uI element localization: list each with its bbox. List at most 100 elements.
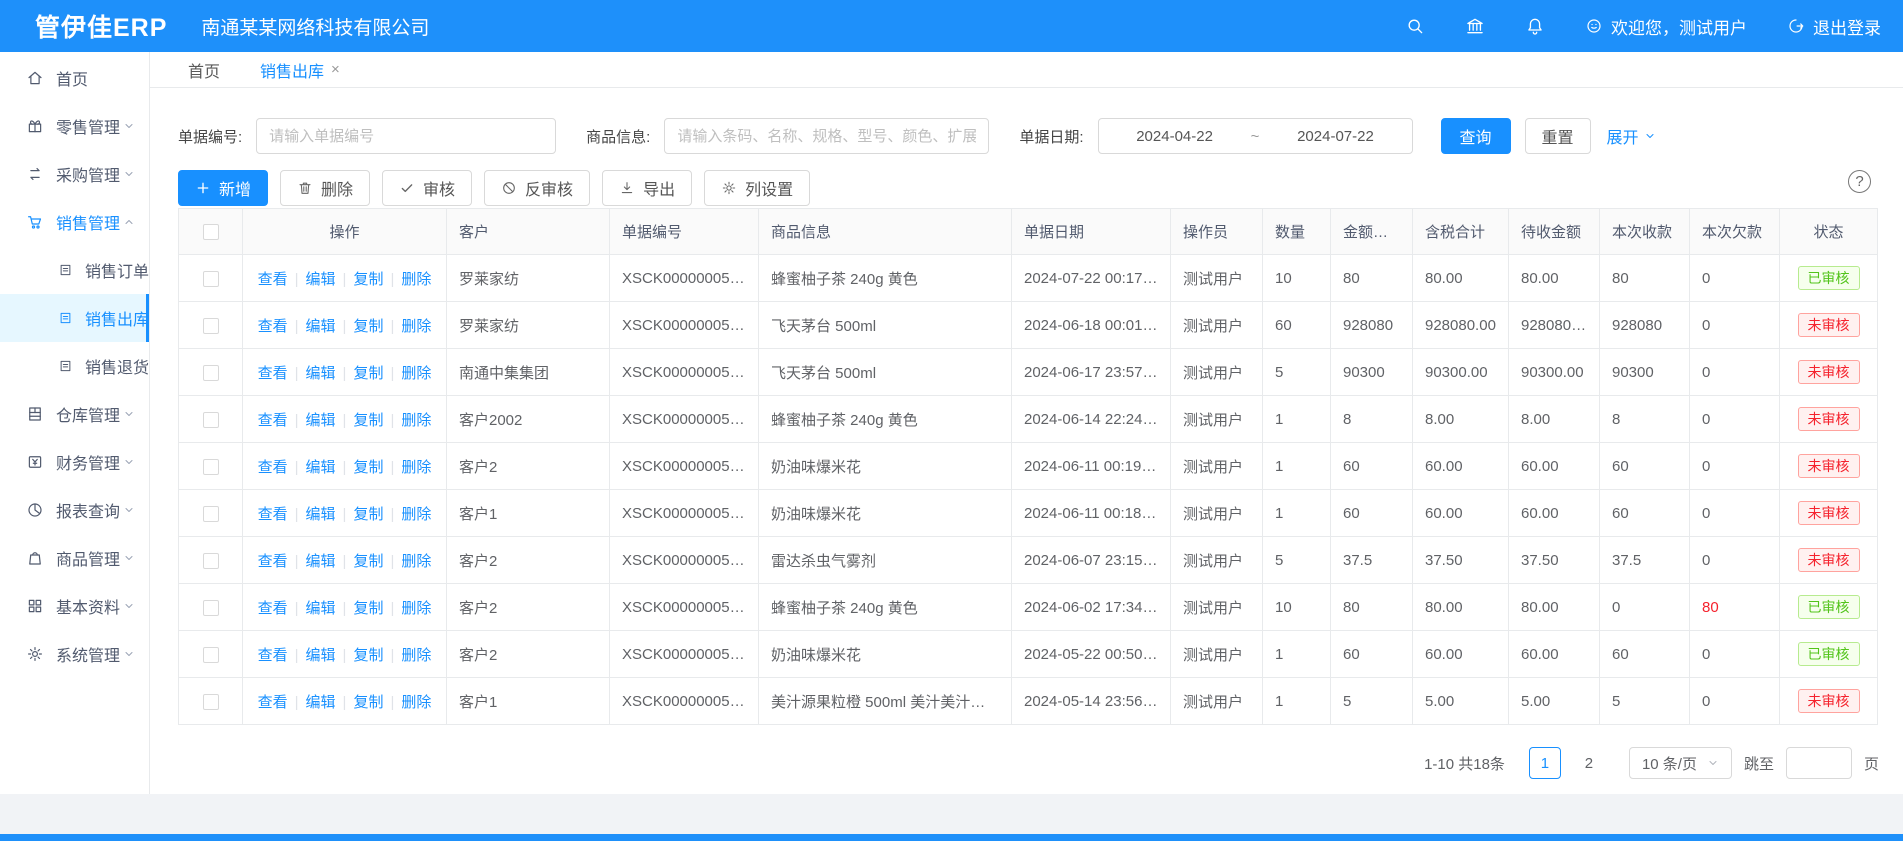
company-name: 南通某某网络科技有限公司 — [201, 13, 429, 40]
date-cell: 2024-06-11 00:19:21 — [1012, 443, 1171, 490]
expand-link[interactable]: 展开 — [1607, 124, 1656, 148]
edit-link[interactable]: 编辑 — [306, 506, 336, 523]
sidebar-item-label: 销售管理 — [56, 210, 120, 234]
tab-sales-outbound[interactable]: 销售出库× — [260, 58, 340, 82]
copy-link[interactable]: 复制 — [353, 647, 383, 664]
add-button[interactable]: 新增 — [178, 170, 268, 206]
copy-link[interactable]: 复制 — [353, 412, 383, 429]
tab-close-icon[interactable]: × — [331, 61, 340, 78]
sidebar-item-sales[interactable]: 销售管理 — [0, 198, 149, 246]
column-settings-button[interactable]: 列设置 — [704, 170, 810, 206]
sidebar-item-sales-return[interactable]: 销售退货 — [0, 342, 149, 390]
copy-link[interactable]: 复制 — [353, 271, 383, 288]
edit-link[interactable]: 编辑 — [306, 412, 336, 429]
export-button[interactable]: 导出 — [602, 170, 692, 206]
delete-button[interactable]: 删除 — [280, 170, 370, 206]
row-checkbox[interactable] — [203, 318, 219, 334]
row-checkbox[interactable] — [203, 271, 219, 287]
row-checkbox[interactable] — [203, 365, 219, 381]
sidebar-item-sales-outbound[interactable]: 销售出库 — [0, 294, 149, 342]
view-link[interactable]: 查看 — [258, 412, 288, 429]
operator-cell: 测试用户 — [1171, 396, 1263, 443]
edit-link[interactable]: 编辑 — [306, 459, 336, 476]
copy-link[interactable]: 复制 — [353, 694, 383, 711]
help-icon[interactable]: ? — [1848, 170, 1871, 193]
edit-link[interactable]: 编辑 — [306, 365, 336, 382]
sidebar-item-goods[interactable]: 商品管理 — [0, 534, 149, 582]
view-link[interactable]: 查看 — [258, 365, 288, 382]
row-checkbox[interactable] — [203, 647, 219, 663]
welcome-user[interactable]: 欢迎您，测试用户 — [1585, 14, 1747, 39]
copy-link[interactable]: 复制 — [353, 600, 383, 617]
sidebar-item-home[interactable]: 首页 — [0, 54, 149, 102]
sidebar-item-retail[interactable]: 零售管理 — [0, 102, 149, 150]
page-number-1[interactable]: 1 — [1529, 747, 1561, 779]
copy-link[interactable]: 复制 — [353, 553, 383, 570]
reset-button[interactable]: 重置 — [1525, 118, 1591, 154]
delete-link[interactable]: 删除 — [401, 318, 431, 335]
view-link[interactable]: 查看 — [258, 553, 288, 570]
view-link[interactable]: 查看 — [258, 647, 288, 664]
delete-link[interactable]: 删除 — [401, 365, 431, 382]
date-range-picker[interactable]: 2024-04-22 ~ 2024-07-22 — [1098, 118, 1413, 154]
copy-link[interactable]: 复制 — [353, 318, 383, 335]
copy-link[interactable]: 复制 — [353, 506, 383, 523]
unaudit-button[interactable]: 反审核 — [484, 170, 590, 206]
search-icon[interactable] — [1405, 16, 1425, 36]
copy-link[interactable]: 复制 — [353, 365, 383, 382]
sidebar-item-report[interactable]: 报表查询 — [0, 486, 149, 534]
delete-link[interactable]: 删除 — [401, 647, 431, 664]
delete-link[interactable]: 删除 — [401, 506, 431, 523]
delete-link[interactable]: 删除 — [401, 553, 431, 570]
owed-cell: 0 — [1690, 443, 1780, 490]
edit-link[interactable]: 编辑 — [306, 318, 336, 335]
select-all-checkbox[interactable] — [203, 224, 219, 240]
edit-link[interactable]: 编辑 — [306, 694, 336, 711]
row-checkbox[interactable] — [203, 506, 219, 522]
edit-link[interactable]: 编辑 — [306, 271, 336, 288]
edit-link[interactable]: 编辑 — [306, 600, 336, 617]
delete-link[interactable]: 删除 — [401, 600, 431, 617]
jump-page-input[interactable] — [1786, 747, 1852, 779]
date-from[interactable]: 2024-04-22 — [1099, 128, 1251, 145]
pagination-total: 1-10 共18条 — [1424, 753, 1505, 774]
view-link[interactable]: 查看 — [258, 459, 288, 476]
sidebar-item-sales-order[interactable]: 销售订单 — [0, 246, 149, 294]
view-link[interactable]: 查看 — [258, 271, 288, 288]
customer-cell: 客户2 — [447, 443, 610, 490]
bank-icon[interactable] — [1465, 16, 1485, 36]
row-checkbox[interactable] — [203, 412, 219, 428]
view-link[interactable]: 查看 — [258, 600, 288, 617]
edit-link[interactable]: 编辑 — [306, 647, 336, 664]
delete-link[interactable]: 删除 — [401, 412, 431, 429]
logout-button[interactable]: 退出登录 — [1787, 14, 1881, 39]
row-checkbox[interactable] — [203, 694, 219, 710]
view-link[interactable]: 查看 — [258, 506, 288, 523]
row-checkbox[interactable] — [203, 600, 219, 616]
audit-button[interactable]: 审核 — [382, 170, 472, 206]
bill-no-input[interactable] — [256, 118, 556, 154]
table-row: 查看|编辑|复制|删除南通中集集团XSCK00000005878飞天茅台 500… — [179, 349, 1878, 396]
sidebar-item-system[interactable]: 系统管理 — [0, 630, 149, 678]
page-size-select[interactable]: 10 条/页 — [1629, 747, 1732, 779]
goods-info-input[interactable] — [664, 118, 989, 154]
delete-link[interactable]: 删除 — [401, 694, 431, 711]
view-link[interactable]: 查看 — [258, 318, 288, 335]
delete-link[interactable]: 删除 — [401, 459, 431, 476]
date-to[interactable]: 2024-07-22 — [1259, 128, 1411, 145]
sidebar-item-warehouse[interactable]: 仓库管理 — [0, 390, 149, 438]
bell-icon[interactable] — [1525, 16, 1545, 36]
table-row: 查看|编辑|复制|删除客户2XSCK00000005771蜂蜜柚子茶 240g … — [179, 584, 1878, 631]
page-number-2[interactable]: 2 — [1573, 747, 1605, 779]
copy-link[interactable]: 复制 — [353, 459, 383, 476]
sidebar-item-finance[interactable]: 财务管理 — [0, 438, 149, 486]
row-checkbox[interactable] — [203, 553, 219, 569]
sidebar-item-basic[interactable]: 基本资料 — [0, 582, 149, 630]
sidebar-item-purchase[interactable]: 采购管理 — [0, 150, 149, 198]
edit-link[interactable]: 编辑 — [306, 553, 336, 570]
view-link[interactable]: 查看 — [258, 694, 288, 711]
search-button[interactable]: 查询 — [1441, 118, 1511, 154]
delete-link[interactable]: 删除 — [401, 271, 431, 288]
row-checkbox[interactable] — [203, 459, 219, 475]
tab-home[interactable]: 首页 — [188, 58, 220, 82]
